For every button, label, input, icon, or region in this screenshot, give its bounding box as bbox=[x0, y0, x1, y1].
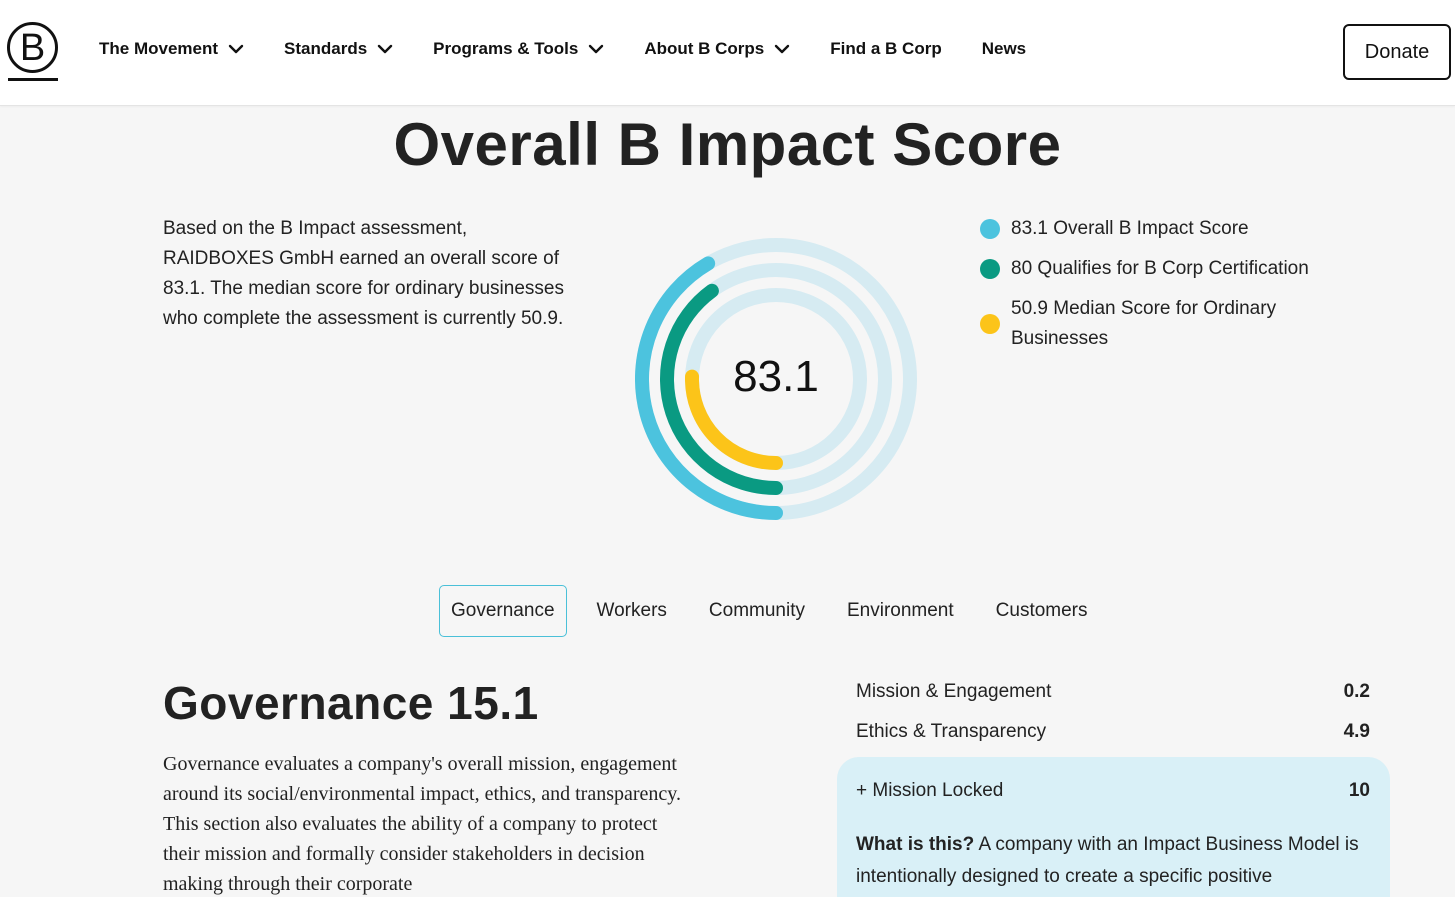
score-row-mission-engagement: Mission & Engagement 0.2 bbox=[856, 681, 1370, 703]
tab-environment[interactable]: Environment bbox=[835, 585, 966, 637]
mission-locked-explanation: What is this? A company with an Impact B… bbox=[856, 829, 1376, 893]
site-header: B The Movement Standards Programs & Tool… bbox=[0, 0, 1455, 106]
logo-underline bbox=[8, 78, 58, 81]
chevron-down-icon bbox=[228, 44, 244, 54]
donate-button[interactable]: Donate bbox=[1343, 24, 1451, 80]
score-row-value: 4.9 bbox=[1343, 721, 1370, 742]
b-corp-logo[interactable]: B bbox=[6, 22, 60, 82]
main-nav: The Movement Standards Programs & Tools … bbox=[99, 38, 1066, 60]
legend-label: 50.9 Median Score for Ordinary Businesse… bbox=[1011, 298, 1277, 349]
nav-label: Programs & Tools bbox=[433, 39, 579, 58]
chevron-down-icon bbox=[775, 44, 790, 54]
nav-label: Standards bbox=[284, 39, 368, 58]
nav-label: News bbox=[981, 39, 1027, 58]
legend-dot bbox=[980, 314, 1000, 334]
nav-label: Find a B Corp bbox=[830, 39, 942, 58]
legend-label: 80 Qualifies for B Corp Certification bbox=[1011, 258, 1309, 279]
nav-the-movement[interactable]: The Movement bbox=[99, 38, 244, 60]
score-legend: 83.1 Overall B Impact Score 80 Qualifies… bbox=[980, 214, 1340, 364]
score-intro-text: Based on the B Impact assessment, RAIDBO… bbox=[163, 218, 564, 329]
chevron-down-icon bbox=[589, 44, 604, 54]
nav-about-b-corps[interactable]: About B Corps bbox=[644, 38, 790, 60]
legend-dot bbox=[980, 259, 1000, 279]
legend-label: 83.1 Overall B Impact Score bbox=[1011, 218, 1249, 239]
what-is-this-label: What is this? bbox=[856, 834, 975, 855]
tab-community[interactable]: Community bbox=[697, 585, 817, 637]
tab-workers[interactable]: Workers bbox=[585, 585, 679, 637]
legend-item-median: 50.9 Median Score for Ordinary Businesse… bbox=[980, 294, 1340, 354]
overall-score-value: 83.1 bbox=[733, 352, 819, 401]
nav-label: The Movement bbox=[99, 39, 219, 58]
mission-locked-value: 10 bbox=[1348, 780, 1370, 801]
section-description: Governance evaluates a company's overall… bbox=[163, 753, 681, 895]
logo-letter: B bbox=[7, 22, 58, 73]
mission-locked-toggle[interactable]: + Mission Locked 10 bbox=[856, 780, 1370, 802]
mission-locked-label: + Mission Locked bbox=[856, 780, 1004, 801]
nav-find-a-b-corp[interactable]: Find a B Corp bbox=[830, 38, 941, 60]
score-row-label: Mission & Engagement bbox=[856, 681, 1052, 702]
legend-item-overall: 83.1 Overall B Impact Score bbox=[980, 214, 1340, 244]
nav-news[interactable]: News bbox=[982, 38, 1026, 60]
score-row-label: Ethics & Transparency bbox=[856, 721, 1047, 742]
score-row-ethics-transparency: Ethics & Transparency 4.9 bbox=[856, 721, 1370, 743]
tab-governance[interactable]: Governance bbox=[439, 585, 567, 637]
tab-customers[interactable]: Customers bbox=[984, 585, 1100, 637]
nav-programs-tools[interactable]: Programs & Tools bbox=[433, 38, 604, 60]
legend-dot bbox=[980, 219, 1000, 239]
nav-standards[interactable]: Standards bbox=[284, 38, 393, 60]
legend-item-qualifies: 80 Qualifies for B Corp Certification bbox=[980, 254, 1340, 284]
score-row-value: 0.2 bbox=[1343, 681, 1370, 702]
impact-area-tabs: Governance Workers Community Environment… bbox=[439, 585, 1118, 637]
chevron-down-icon bbox=[377, 44, 393, 54]
nav-label: About B Corps bbox=[644, 39, 765, 58]
page-title: Overall B Impact Score bbox=[393, 111, 1062, 178]
section-title: Governance 15.1 bbox=[163, 677, 539, 729]
